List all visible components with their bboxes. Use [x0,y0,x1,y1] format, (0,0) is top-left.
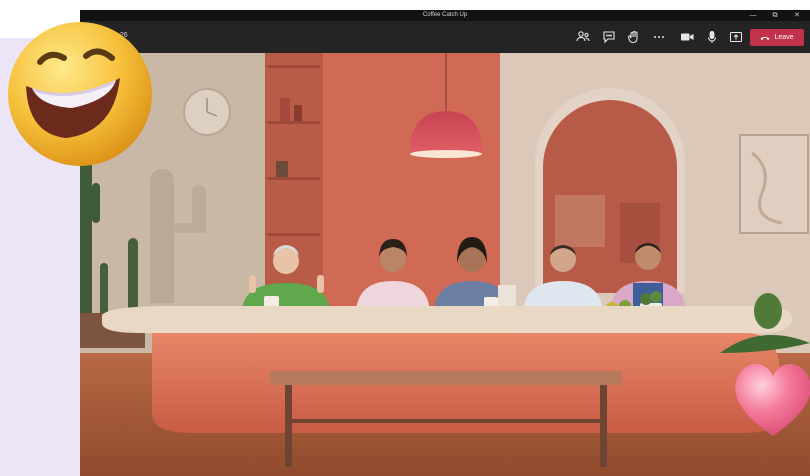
wall-art-frame [739,134,809,234]
chat-icon [603,31,615,44]
window-title: Coffee Catch Up [422,12,468,18]
share-button[interactable] [727,28,745,46]
bench [270,371,622,385]
camera-icon [681,33,694,41]
share-icon [729,31,743,43]
more-options-button[interactable] [650,28,668,46]
window-titlebar: Coffee Catch Up — ⧉ ✕ [80,10,810,21]
minimize-button[interactable]: — [744,10,762,21]
camera-button[interactable] [678,28,696,46]
heart-emoji-icon [735,364,810,436]
chat-button[interactable] [600,28,618,46]
laughing-emoji-icon [8,22,152,166]
leave-label: Leave [774,34,794,41]
microphone-button[interactable] [703,28,721,46]
teams-meeting-window: Coffee Catch Up — ⧉ ✕ 0:26 [80,10,810,476]
leave-button[interactable]: Leave [750,29,804,46]
maximize-button[interactable]: ⧉ [766,10,784,21]
close-button[interactable]: ✕ [788,10,806,21]
together-mode-scene [80,53,810,476]
raise-hand-button[interactable] [625,28,643,46]
counter-top [102,306,792,333]
meeting-toolbar: 0:26 [80,21,810,53]
more-icon [654,36,664,38]
raise-hand-icon [627,30,638,44]
microphone-icon [707,30,717,43]
participants-icon [576,31,590,42]
hang-up-icon [760,36,770,40]
participants-button[interactable] [574,28,592,46]
